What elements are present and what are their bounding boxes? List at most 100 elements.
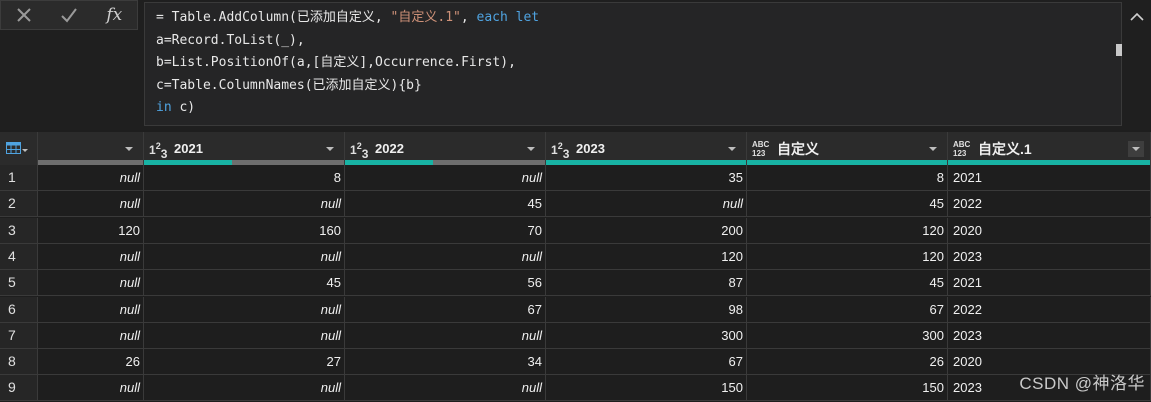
- number-type-icon[interactable]: 123: [349, 138, 375, 161]
- row-number[interactable]: 9: [0, 375, 38, 401]
- table-row[interactable]: 8 26 27 34 67 26 2020: [0, 349, 1151, 376]
- table-cell[interactable]: null: [38, 322, 144, 348]
- chevron-down-icon: [728, 146, 736, 151]
- row-number[interactable]: 2: [0, 191, 38, 217]
- formula-line: a=Record.ToList(_),: [156, 30, 1121, 53]
- table-row[interactable]: 4 null null null 120 120 2023: [0, 243, 1151, 270]
- table-cell[interactable]: 70: [345, 217, 546, 243]
- table-cell[interactable]: 26: [38, 349, 144, 375]
- table-cell[interactable]: null: [546, 191, 747, 217]
- table-cell[interactable]: 300: [546, 322, 747, 348]
- table-cell[interactable]: null: [144, 296, 345, 322]
- table-cell[interactable]: 34: [345, 349, 546, 375]
- column-filter-button[interactable]: [322, 141, 338, 157]
- table-cell[interactable]: 45: [747, 191, 948, 217]
- table-cell[interactable]: null: [38, 243, 144, 269]
- table-cell[interactable]: 45: [747, 270, 948, 296]
- column-header[interactable]: ABC 123 自定义: [747, 132, 948, 165]
- table-cell[interactable]: 8: [747, 165, 948, 190]
- table-row[interactable]: 1 null 8 null 35 8 2021: [0, 165, 1151, 191]
- table-cell[interactable]: 120: [747, 217, 948, 243]
- table-menu-button[interactable]: [0, 132, 38, 165]
- table-cell[interactable]: 2020: [948, 217, 1151, 243]
- table-cell[interactable]: 26: [747, 349, 948, 375]
- table-cell[interactable]: 27: [144, 349, 345, 375]
- table-cell[interactable]: 98: [546, 296, 747, 322]
- table-cell[interactable]: 67: [345, 296, 546, 322]
- formula-scrollbar-thumb[interactable]: [1116, 44, 1122, 56]
- table-cell[interactable]: null: [38, 296, 144, 322]
- row-number[interactable]: 7: [0, 322, 38, 348]
- table-cell[interactable]: 45: [144, 270, 345, 296]
- column-header[interactable]: 123 2023: [546, 132, 747, 165]
- row-number[interactable]: 5: [0, 270, 38, 296]
- table-row[interactable]: 7 null null null 300 300 2023: [0, 322, 1151, 349]
- row-number[interactable]: 6: [0, 296, 38, 322]
- table-cell[interactable]: 120: [546, 243, 747, 269]
- column-filter-button[interactable]: [724, 141, 740, 157]
- table-cell[interactable]: null: [345, 322, 546, 348]
- table-cell[interactable]: 8: [144, 165, 345, 190]
- formula-editor[interactable]: = Table.AddColumn(已添加自定义, "自定义.1", each …: [144, 2, 1122, 126]
- cancel-button[interactable]: [1, 1, 46, 29]
- table-cell[interactable]: null: [144, 243, 345, 269]
- table-row[interactable]: 6 null null 67 98 67 2022: [0, 296, 1151, 323]
- table-cell[interactable]: 2022: [948, 191, 1151, 217]
- column-header[interactable]: 123 2021: [144, 132, 345, 165]
- table-cell[interactable]: 120: [747, 243, 948, 269]
- commit-button[interactable]: [46, 1, 91, 29]
- column-filter-button[interactable]: [925, 141, 941, 157]
- table-cell[interactable]: 67: [747, 296, 948, 322]
- table-cell[interactable]: 2021: [948, 165, 1151, 190]
- row-number[interactable]: 1: [0, 165, 38, 190]
- any-type-icon[interactable]: ABC 123: [751, 138, 777, 160]
- number-type-icon[interactable]: 123: [550, 138, 576, 161]
- chevron-up-icon: [1130, 12, 1144, 21]
- table-cell[interactable]: 35: [546, 165, 747, 190]
- table-cell[interactable]: 2022: [948, 296, 1151, 322]
- any-type-icon[interactable]: ABC 123: [952, 138, 978, 160]
- table-cell[interactable]: null: [38, 270, 144, 296]
- row-number[interactable]: 3: [0, 217, 38, 243]
- table-cell[interactable]: 2023: [948, 243, 1151, 269]
- column-header[interactable]: 123 2022: [345, 132, 546, 165]
- table-cell[interactable]: null: [144, 191, 345, 217]
- table-cell[interactable]: 120: [38, 217, 144, 243]
- table-row[interactable]: 2 null null 45 null 45 2022: [0, 191, 1151, 218]
- column-header-label: 2022: [375, 141, 404, 156]
- table-cell[interactable]: null: [38, 375, 144, 401]
- column-header-label: 自定义: [777, 140, 819, 157]
- table-cell[interactable]: null: [38, 191, 144, 217]
- table-row[interactable]: 5 null 45 56 87 45 2021: [0, 270, 1151, 297]
- table-cell[interactable]: 56: [345, 270, 546, 296]
- fx-button[interactable]: fx: [92, 1, 137, 29]
- table-cell[interactable]: 2021: [948, 270, 1151, 296]
- table-cell[interactable]: null: [38, 165, 144, 190]
- table-cell[interactable]: 150: [546, 375, 747, 401]
- table-cell[interactable]: null: [345, 375, 546, 401]
- column-header[interactable]: [38, 132, 144, 165]
- table-cell[interactable]: 300: [747, 322, 948, 348]
- table-cell[interactable]: 67: [546, 349, 747, 375]
- column-filter-button[interactable]: [1128, 140, 1144, 157]
- number-type-icon[interactable]: 123: [148, 138, 174, 161]
- table-cell[interactable]: null: [345, 165, 546, 190]
- x-icon: [16, 8, 31, 22]
- row-number[interactable]: 4: [0, 243, 38, 269]
- table-cell[interactable]: 45: [345, 191, 546, 217]
- column-header[interactable]: ABC 123 自定义.1: [948, 132, 1151, 165]
- table-row[interactable]: 3 120 160 70 200 120 2020: [0, 217, 1151, 244]
- table-cell[interactable]: 160: [144, 217, 345, 243]
- table-cell[interactable]: 200: [546, 217, 747, 243]
- table-cell[interactable]: 2023: [948, 322, 1151, 348]
- column-filter-button[interactable]: [523, 141, 539, 157]
- row-number[interactable]: 8: [0, 349, 38, 375]
- table-cell[interactable]: null: [144, 322, 345, 348]
- column-filter-button[interactable]: [121, 141, 137, 157]
- table-cell[interactable]: 87: [546, 270, 747, 296]
- table-cell[interactable]: null: [144, 375, 345, 401]
- table-cell[interactable]: null: [345, 243, 546, 269]
- table-cell[interactable]: 150: [747, 375, 948, 401]
- table-row[interactable]: 9 null null null 150 150 2023: [0, 375, 1151, 402]
- collapse-formula-button[interactable]: [1128, 8, 1146, 26]
